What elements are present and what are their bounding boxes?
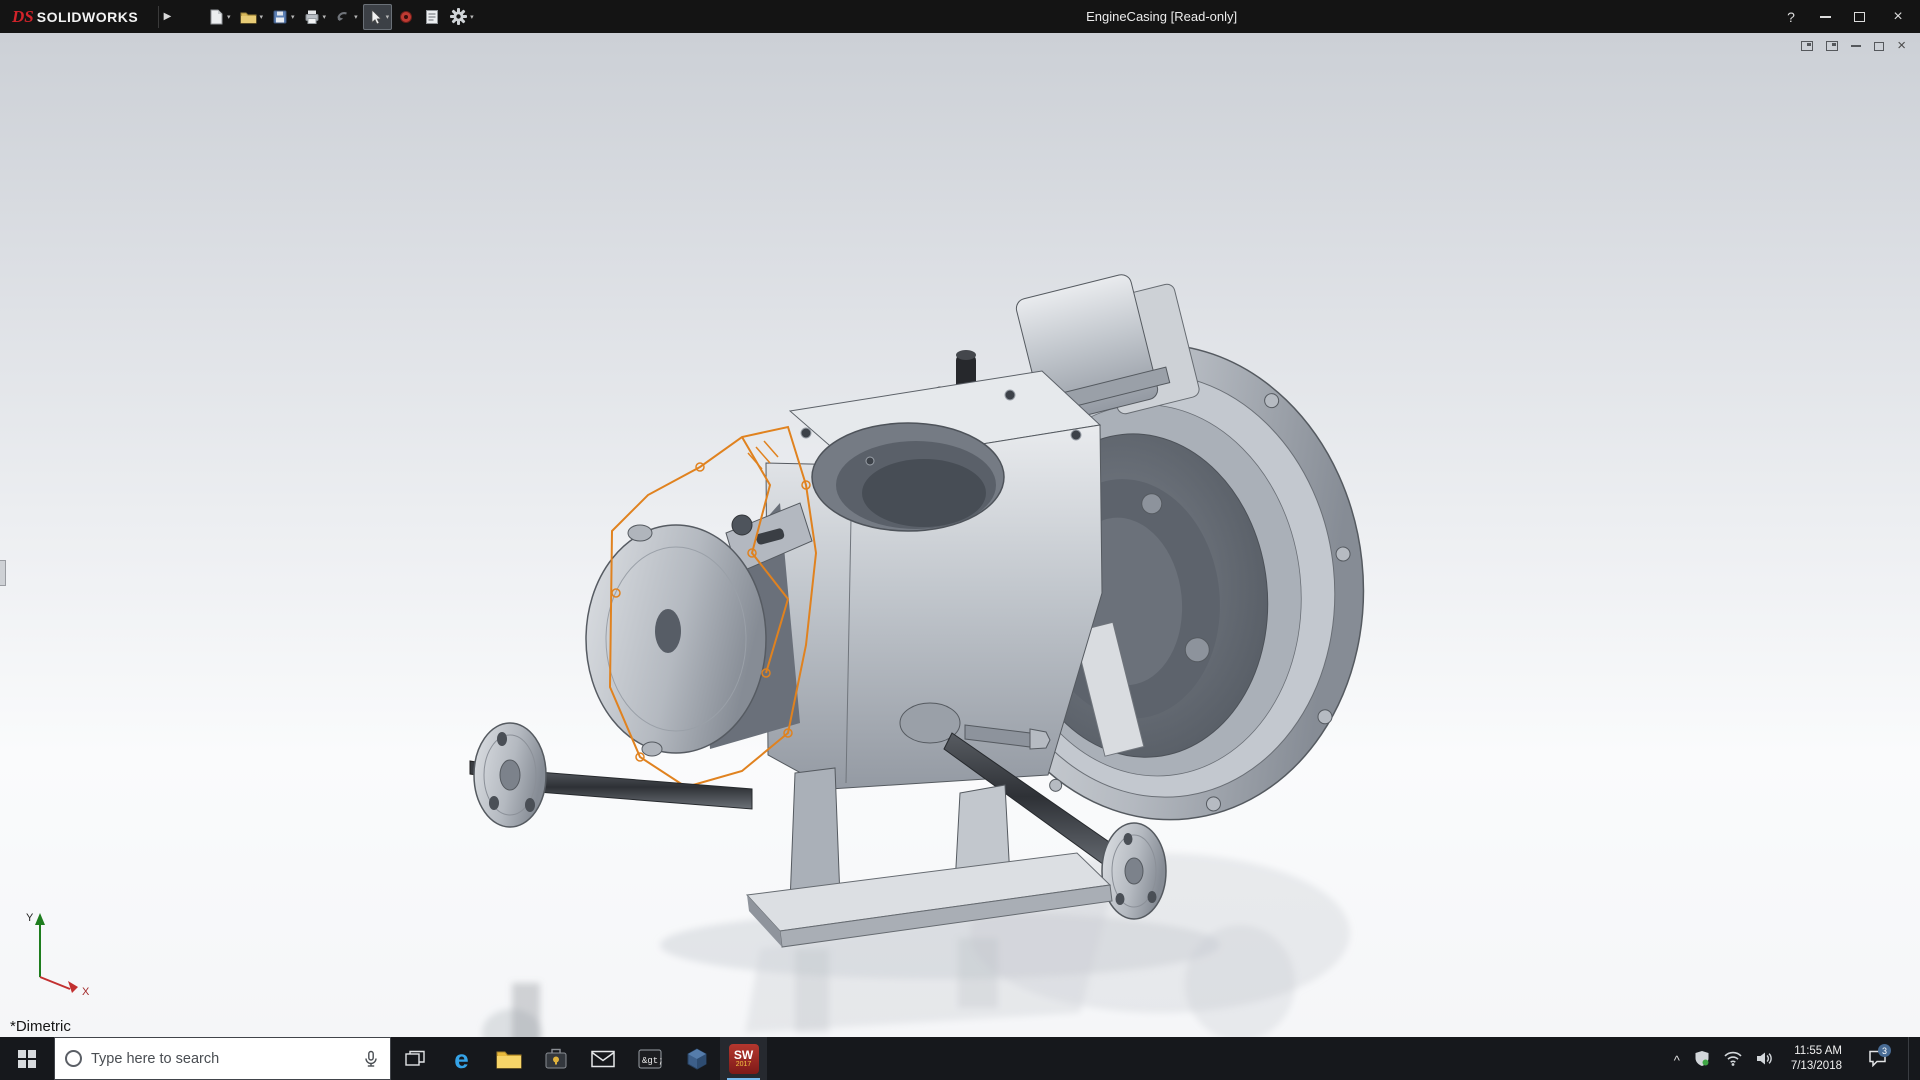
dropdown-caret-icon[interactable]: ▾ (354, 13, 358, 21)
doc-minimize-icon (1851, 45, 1861, 47)
clock-date: 7/13/2018 (1791, 1059, 1842, 1074)
triad-x-label: X (82, 986, 90, 997)
windows-taskbar: e &gt;_ (0, 1037, 1920, 1080)
engine-casing-model (0, 33, 1920, 1037)
new-document-button[interactable]: ▾ (204, 4, 234, 30)
print-button[interactable]: ▾ (300, 4, 330, 30)
close-button[interactable]: × (1876, 0, 1920, 33)
taskbar-app-file-explorer[interactable] (485, 1037, 532, 1080)
taskbar-app-edge[interactable]: e (438, 1037, 485, 1080)
options-button[interactable]: ▾ (446, 4, 477, 30)
open-folder-icon (239, 8, 258, 26)
windows-logo-icon (18, 1050, 36, 1068)
dropdown-caret-icon[interactable]: ▾ (227, 13, 231, 21)
taskbar-app-keeper[interactable] (532, 1037, 579, 1080)
show-desktop-button[interactable] (1908, 1037, 1914, 1080)
edge-icon: e (454, 1046, 468, 1072)
undo-icon (334, 8, 352, 26)
sw-year-label: 2017 (736, 1061, 752, 1069)
doc-restore-button[interactable] (1874, 42, 1884, 51)
system-tray: ^ 11:55 AM 7/13/2018 (1674, 1037, 1920, 1080)
select-button[interactable]: ▾ (363, 4, 393, 30)
dropdown-caret-icon[interactable]: ▾ (470, 13, 474, 21)
taskbar-app-command-prompt[interactable]: &gt;_ (626, 1037, 673, 1080)
print-icon (303, 8, 321, 26)
view-orientation-label: *Dimetric (10, 1018, 71, 1035)
doc-restore-icon (1874, 42, 1884, 51)
file-explorer-icon (496, 1048, 522, 1070)
volume-icon[interactable] (1756, 1051, 1773, 1066)
titlebar: DS SOLIDWORKS ▶ ▾ ▾ ▾ (0, 0, 1920, 33)
window-controls: ? × (1774, 0, 1920, 33)
help-button[interactable]: ? (1774, 0, 1808, 33)
taskbar-clock[interactable]: 11:55 AM 7/13/2018 (1787, 1044, 1846, 1074)
action-center-button[interactable]: 3 (1860, 1037, 1894, 1080)
graphics-viewport[interactable]: × (0, 33, 1920, 1037)
sw-label: SW (734, 1049, 753, 1061)
minimize-button[interactable] (1808, 0, 1842, 33)
ds-logo-icon: DS (12, 7, 34, 27)
dropdown-caret-icon[interactable]: ▾ (260, 13, 264, 21)
save-button[interactable]: ▾ (268, 4, 298, 30)
command-prompt-icon: &gt;_ (638, 1049, 662, 1069)
document-title: EngineCasing [Read-only] (1086, 9, 1237, 24)
pane-icon (1801, 41, 1813, 51)
minimize-icon (1820, 16, 1831, 18)
quick-access-toolbar: ▾ ▾ ▾ ▾ (204, 4, 477, 30)
command-prompt-glyph: &gt;_ (642, 1056, 662, 1066)
save-icon (271, 8, 289, 26)
clock-time: 11:55 AM (1791, 1044, 1842, 1059)
cortana-icon (65, 1050, 82, 1067)
taskbar-app-solidworks[interactable]: SW 2017 (720, 1037, 767, 1080)
orientation-triad: Y X (18, 907, 98, 997)
pane-icon (1826, 41, 1838, 51)
pane-left-button[interactable] (1801, 41, 1813, 51)
doc-close-button[interactable]: × (1897, 41, 1906, 51)
taskbar-app-edrawings[interactable] (673, 1037, 720, 1080)
dropdown-caret-icon[interactable]: ▾ (323, 13, 327, 21)
options-gear-icon (449, 7, 468, 26)
hidden-icons-chevron[interactable]: ^ (1674, 1053, 1680, 1068)
start-button[interactable] (0, 1037, 54, 1080)
file-properties-button[interactable] (420, 4, 444, 30)
undo-button[interactable]: ▾ (331, 4, 361, 30)
briefcase-lock-icon (544, 1048, 568, 1070)
maximize-icon (1854, 12, 1865, 22)
select-arrow-icon (366, 8, 384, 26)
triad-y-label: Y (26, 912, 34, 924)
brand-name: SOLIDWORKS (37, 9, 138, 25)
dropdown-caret-icon[interactable]: ▾ (386, 13, 390, 21)
open-button[interactable]: ▾ (236, 4, 267, 30)
rebuild-stoplight-icon (397, 8, 415, 26)
defender-shield-icon[interactable] (1694, 1050, 1710, 1067)
taskbar-search[interactable] (54, 1037, 391, 1080)
mail-envelope-icon (591, 1050, 615, 1068)
new-document-icon (207, 8, 225, 26)
dropdown-caret-icon[interactable]: ▾ (291, 13, 295, 21)
file-properties-icon (423, 8, 441, 26)
search-input[interactable] (91, 1051, 353, 1067)
solidworks-logo: DS SOLIDWORKS (0, 7, 158, 27)
rebuild-button[interactable] (394, 4, 418, 30)
taskbar-app-mail[interactable] (579, 1037, 626, 1080)
solidworks-2017-icon: SW 2017 (729, 1044, 759, 1074)
pane-right-button[interactable] (1826, 41, 1838, 51)
task-view-button[interactable] (391, 1037, 438, 1080)
document-window-controls: × (1801, 41, 1906, 51)
doc-minimize-button[interactable] (1851, 45, 1861, 47)
toolbar-expand-arrow-icon[interactable]: ▶ (158, 6, 176, 28)
network-wifi-icon[interactable] (1724, 1051, 1742, 1066)
notification-badge: 3 (1878, 1044, 1891, 1057)
microphone-icon[interactable] (362, 1050, 380, 1068)
maximize-button[interactable] (1842, 0, 1876, 33)
task-view-icon (405, 1050, 425, 1068)
cad-cube-icon (685, 1047, 709, 1071)
crankcase-block (766, 371, 1102, 789)
